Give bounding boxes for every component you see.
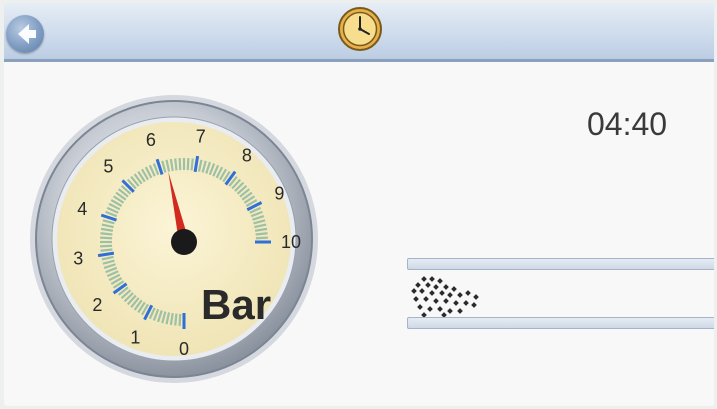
- gauge-band-segment: [255, 232, 268, 236]
- pattern-dot: [465, 290, 471, 296]
- gauge-label-9: 9: [274, 183, 284, 203]
- back-button[interactable]: [6, 15, 44, 53]
- pattern-dot: [471, 302, 477, 308]
- gauge-band-segment: [178, 313, 182, 326]
- pattern-dot: [473, 294, 479, 300]
- pattern-dot: [457, 292, 463, 298]
- gauge-label-7: 7: [196, 126, 206, 146]
- gauge-band-segment: [174, 313, 178, 326]
- pattern-dot: [451, 286, 457, 292]
- clock-icon[interactable]: [337, 6, 383, 52]
- pattern-dot: [443, 298, 449, 304]
- gauge-band-segment: [186, 158, 190, 171]
- pattern-dot: [411, 288, 417, 294]
- pattern-dot: [419, 288, 425, 294]
- gauge-band-segment: [100, 236, 113, 240]
- gauge-band-segment: [178, 158, 182, 171]
- pattern-dot: [433, 284, 439, 290]
- top-bar: [4, 3, 714, 62]
- pattern-dot: [453, 300, 459, 306]
- gauge-band-segment: [190, 158, 194, 171]
- gauge-band-segment: [174, 158, 178, 171]
- pattern-dot: [425, 282, 431, 288]
- status-bar-bottom: [407, 317, 714, 329]
- gauge-label-6: 6: [146, 130, 156, 150]
- pattern-dot: [413, 296, 419, 302]
- pattern-dot: [421, 276, 427, 282]
- gauge-unit-label: Bar: [201, 281, 271, 328]
- pattern-dot: [429, 276, 435, 282]
- gauge-label-1: 1: [130, 327, 140, 347]
- pattern-dot: [433, 298, 439, 304]
- pattern-dot: [415, 282, 421, 288]
- time-display: 04:40: [587, 106, 668, 142]
- pattern-dot: [463, 300, 469, 306]
- pattern-dot: [437, 306, 443, 312]
- gauge-label-5: 5: [103, 156, 113, 176]
- pressure-gauge: 0 1 2 3 4 5 6 7 8 9 10 Bar: [30, 95, 318, 383]
- pattern-dot: [443, 284, 449, 290]
- pattern-dot: [447, 292, 453, 298]
- gauge-label-2: 2: [92, 295, 102, 315]
- back-arrow-icon: [18, 24, 36, 44]
- pattern-dot: [439, 290, 445, 296]
- pattern-dot: [457, 308, 463, 314]
- gauge-band-segment: [100, 244, 113, 248]
- gauge-band-segment: [255, 236, 268, 240]
- pattern-dot: [447, 308, 453, 314]
- gauge-label-0: 0: [179, 339, 189, 359]
- dotted-pattern-icon: [411, 276, 479, 317]
- gauge-label-8: 8: [242, 145, 252, 165]
- pattern-dot: [427, 306, 433, 312]
- pattern-dot: [437, 278, 443, 284]
- device-screen: 04:40 0 1 2 3 4 5 6 7 8 9 10 Bar: [4, 3, 714, 406]
- pattern-dot: [429, 290, 435, 296]
- status-bar-top: [407, 258, 714, 270]
- gauge-label-3: 3: [73, 249, 83, 269]
- gauge-label-10: 10: [281, 232, 301, 252]
- gauge-label-4: 4: [77, 199, 87, 219]
- pattern-dot: [423, 296, 429, 302]
- pattern-dot: [417, 304, 423, 310]
- gauge-band-segment: [100, 248, 113, 252]
- gauge-band-segment: [100, 232, 113, 236]
- needle-hub: [171, 229, 197, 255]
